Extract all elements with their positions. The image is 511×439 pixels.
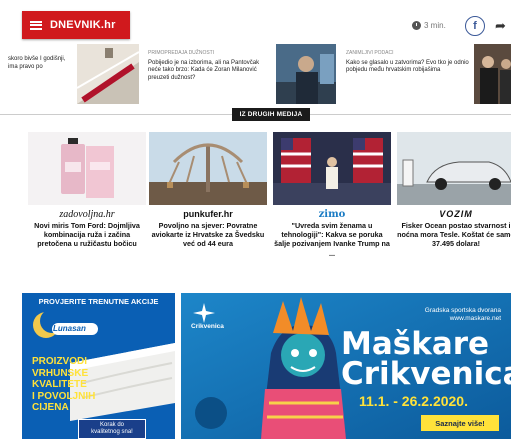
ad-title-line1: Maškare — [341, 326, 490, 362]
media-card[interactable]: zimo "Uvreda svim ženama u tehnologiji":… — [273, 132, 391, 272]
maskare-ad[interactable]: Crikvenica Gradska sportska dvorana www.… — [181, 293, 511, 439]
site-logo[interactable]: DNEVNIK.hr — [22, 11, 130, 39]
people-photo — [474, 44, 511, 104]
media-card[interactable]: VOZIM Fisker Ocean postao stvarnost i no… — [397, 132, 511, 272]
strip-item[interactable]: ZANIMLJIVI PODACI Kako se glasalo u zatv… — [338, 44, 472, 104]
media-card[interactable]: zadovoljna.hr Novi miris Tom Ford: Dojml… — [28, 132, 146, 272]
share-icon[interactable]: ➦ — [495, 18, 506, 34]
card-image — [397, 132, 511, 205]
ad-dates: 11.1. - 26.2.2020. — [359, 393, 468, 409]
ad-line: VRHUNSKE — [32, 367, 89, 379]
ad-title-line2: Crikvenica — [341, 356, 511, 392]
prison-photo — [276, 44, 336, 104]
facebook-share-button[interactable]: f — [465, 16, 485, 36]
stairs-photo — [76, 44, 140, 104]
card-image — [273, 132, 391, 205]
ad-line: KVALITETE — [32, 379, 87, 390]
stage-photo — [273, 132, 391, 205]
facebook-icon: f — [473, 20, 477, 32]
strip-item-text: Pobijedio je na izborima, ali na Pantovč… — [148, 59, 260, 81]
card-source: punkufer.hr — [183, 209, 233, 219]
strip-item-category: PRIMOPREDAJA DUŽNOSTI — [148, 50, 215, 56]
perfume-photo — [28, 132, 146, 205]
lunasan-ad[interactable]: PROVJERITE TRENUTNE AKCIJE Lunasan PROIZ… — [22, 293, 175, 439]
card-title: Novi miris Tom Ford: Dojmljiva kombinaci… — [34, 221, 140, 249]
card-source: zimo — [318, 209, 346, 220]
related-articles-strip: skoro bivše I godišnji, ima pravo po PRI… — [0, 44, 511, 104]
ad-header: PROVJERITE TRENUTNE AKCIJE — [38, 297, 159, 306]
strip-thumbnail[interactable] — [76, 44, 140, 104]
carousel-photo — [149, 132, 267, 205]
read-time: 3 min. — [412, 21, 446, 30]
media-card[interactable]: punkufer.hr Povoljno na sjever: Povratne… — [149, 132, 267, 272]
ad-brand: Lunasan — [53, 324, 86, 333]
card-source: zadovoljna.hr — [59, 209, 115, 220]
ad-badge-line: kvalitetnog sna! — [91, 429, 133, 435]
clock-icon — [412, 21, 421, 30]
card-title: Fisker Ocean postao stvarnost i noćna mo… — [397, 221, 511, 249]
crikvenica-logo-icon — [193, 303, 215, 323]
ad-line: CIJENA — [32, 402, 69, 413]
strip-item[interactable]: skoro bivše I godišnji, ima pravo po — [0, 44, 75, 104]
card-image — [149, 132, 267, 205]
ad-line: PROIZVODI — [32, 356, 88, 367]
read-time-label: 3 min. — [424, 21, 446, 30]
car-photo — [397, 132, 511, 205]
ad-badge[interactable]: Korak do kvalitetnog sna! — [78, 419, 146, 439]
card-image — [28, 132, 146, 205]
strip-thumbnail[interactable] — [474, 44, 511, 104]
strip-thumbnail[interactable] — [276, 44, 336, 104]
card-title: Povoljno na sjever: Povratne aviokarte i… — [151, 221, 265, 249]
strip-item-category: ZANIMLJIVI PODACI — [346, 50, 394, 56]
card-title: "Uvreda svim ženama u tehnologiji": Kakv… — [274, 221, 390, 258]
ad-line: I POVOLJNIH — [32, 390, 96, 402]
ad-cta-button[interactable]: Saznajte više! — [421, 415, 499, 431]
strip-item[interactable]: PRIMOPREDAJA DUŽNOSTI Pobijedio je na iz… — [140, 44, 274, 104]
ad-url: www.maskare.net — [449, 315, 501, 322]
ad-logo-text: Crikvenica — [191, 323, 224, 330]
logo-text: DNEVNIK.hr — [50, 19, 116, 31]
section-label: IZ DRUGIH MEDIJA — [232, 108, 310, 121]
strip-item-text: skoro bivše I godišnji, ima pravo po — [8, 56, 66, 70]
top-bar: DNEVNIK.hr 3 min. f ➦ — [0, 0, 511, 44]
strip-item-text: Kako se glasalo u zatvorima? Evo tko je … — [346, 59, 469, 74]
card-source: VOZIM — [439, 209, 473, 219]
ad-badge-line: Korak do — [99, 422, 124, 428]
hamburger-menu-icon[interactable] — [30, 20, 42, 30]
ad-venue: Gradska sportska dvorana — [424, 307, 501, 314]
